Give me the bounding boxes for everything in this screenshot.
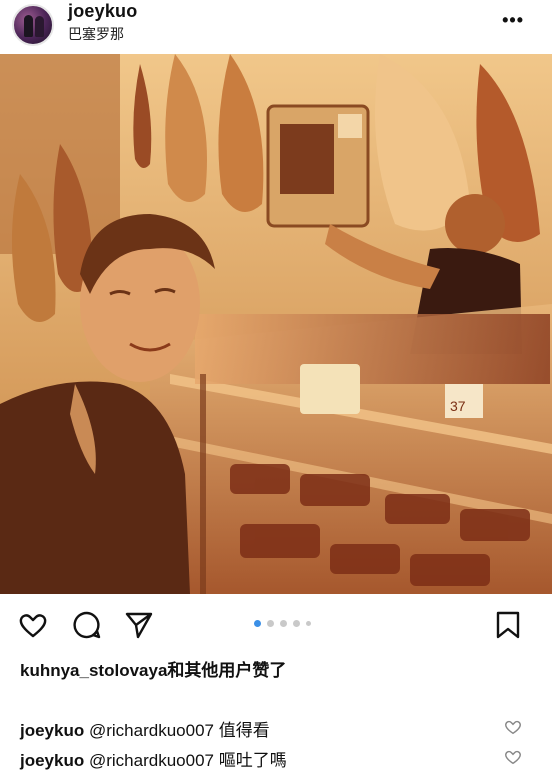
avatar-figure [35,16,44,37]
comment-mention[interactable]: @richardkuo007 [89,751,214,770]
comment-like-icon[interactable] [504,718,522,736]
comment-username[interactable]: joeykuo [20,721,84,740]
comment-icon[interactable] [72,610,102,640]
carousel-dot[interactable] [254,620,261,627]
photo-illustration: 37 [0,54,552,594]
comment-text: 嘔吐了嗎 [218,751,287,770]
heart-icon[interactable] [18,610,48,640]
product-jar [300,364,360,414]
avatar[interactable] [12,4,54,46]
comment-text: 值得看 [218,721,270,740]
post-photo[interactable]: 37 [0,54,552,594]
display-case: 37 [150,304,552,594]
carousel-dot[interactable] [267,620,274,627]
likes-summary[interactable]: kuhnya_stolovaya和其他用户赞了 [20,656,286,681]
share-icon[interactable] [124,610,154,640]
post-username[interactable]: joeykuo [68,1,137,22]
comment: joeykuo @richardkuo007 嘔吐了嗎 [20,746,287,771]
first-liker[interactable]: kuhnya_stolovaya [20,661,167,680]
likes-rest: 和其他用户赞了 [167,661,287,680]
carousel-indicator [254,620,311,627]
more-options-icon[interactable]: ••• [502,10,524,31]
carousel-dot[interactable] [280,620,287,627]
bookmark-icon[interactable] [493,610,523,640]
post-location[interactable]: 巴塞罗那 [68,24,124,44]
comment-mention[interactable]: @richardkuo007 [89,721,214,740]
price-tag-text: 37 [450,398,466,414]
carousel-dot[interactable] [306,621,311,626]
post-header: joeykuo 巴塞罗那 ••• [0,0,552,54]
comment-username[interactable]: joeykuo [20,751,84,770]
avatar-figure [24,15,33,37]
carousel-dot[interactable] [293,620,300,627]
comment-like-icon[interactable] [504,748,522,766]
comment: joeykuo @richardkuo007 值得看 [20,716,270,741]
scale-monitor [266,104,370,228]
